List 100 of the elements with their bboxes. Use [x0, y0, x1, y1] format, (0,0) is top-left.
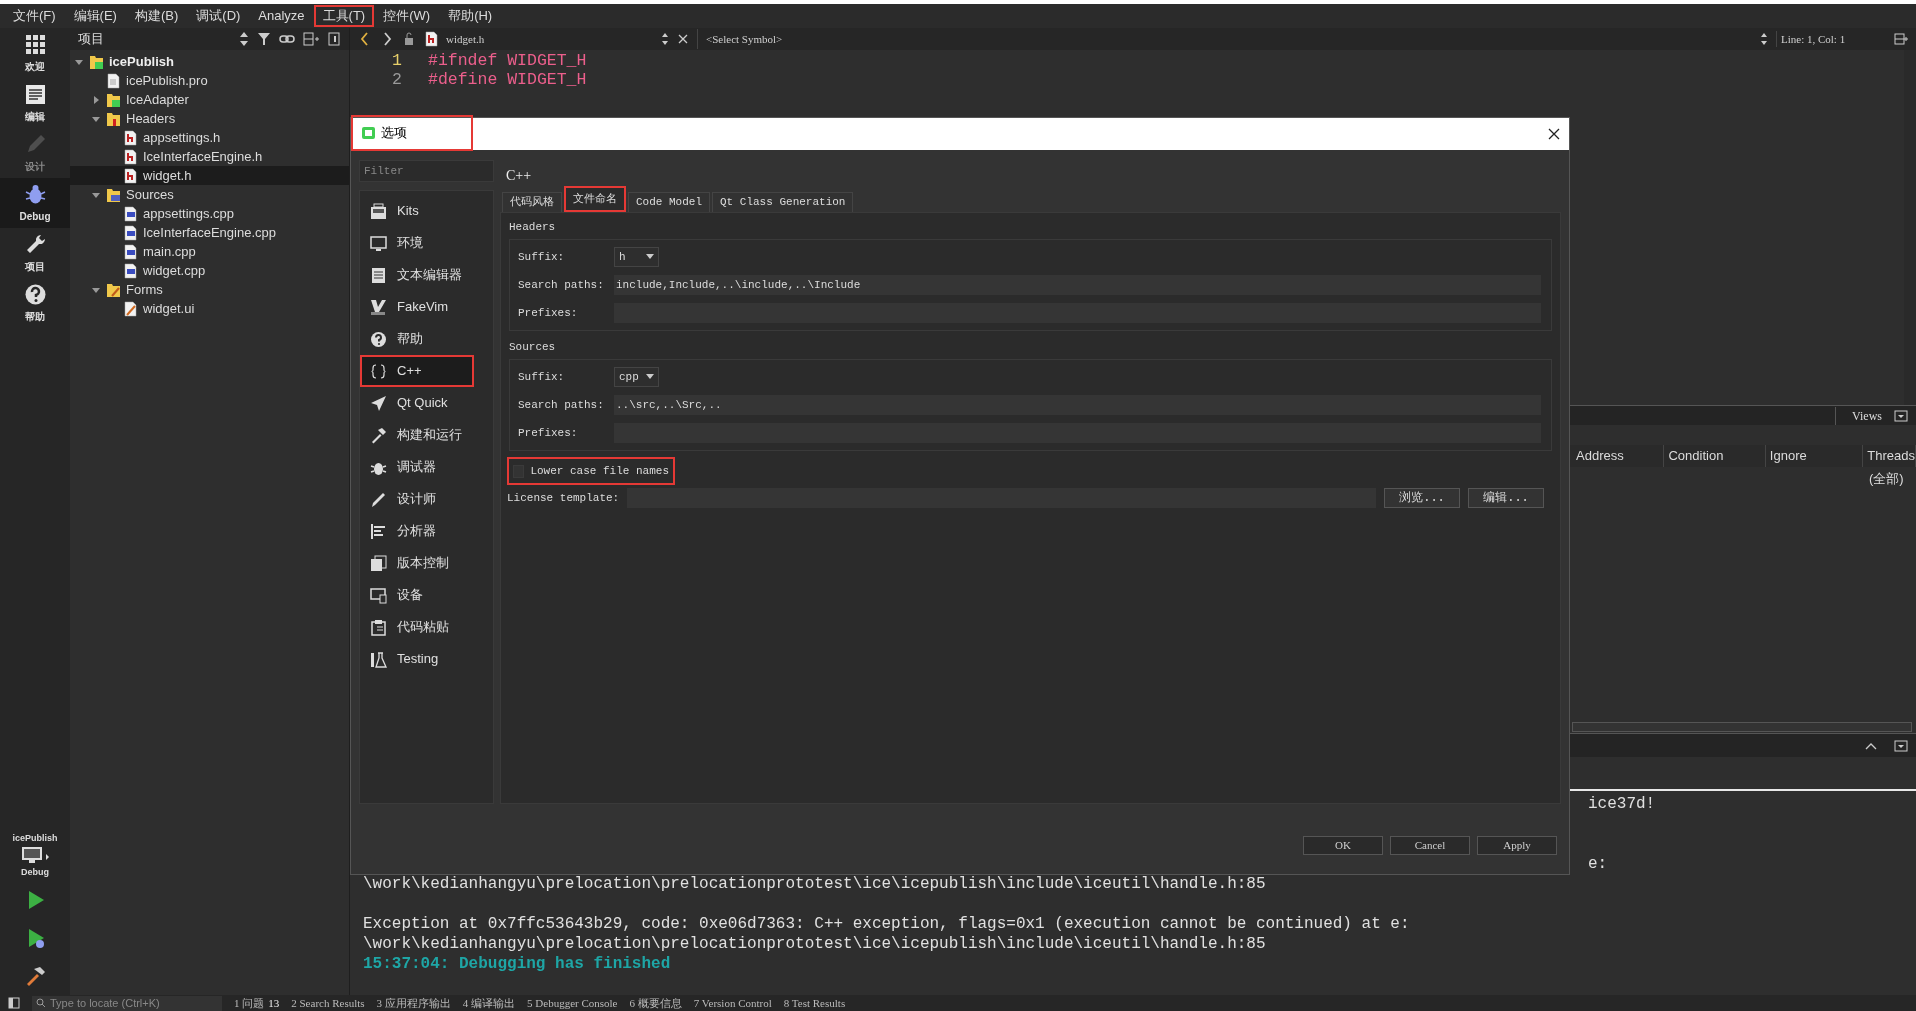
toolbox-icon	[370, 202, 387, 220]
output-pane-button[interactable]: 7 Version Control	[693, 995, 772, 1011]
panel-title: 项目	[78, 30, 105, 49]
tree-item[interactable]: main.cpp	[70, 242, 349, 261]
dialog-button[interactable]: Apply	[1477, 835, 1557, 855]
tree-item[interactable]: widget.h	[70, 166, 349, 185]
mode-button[interactable]: 欢迎	[0, 28, 70, 78]
dialog-title: 选项	[381, 124, 407, 143]
output-pane-button[interactable]: 5 Debugger Console	[527, 995, 618, 1011]
output-pane-button[interactable]: 3 应用程序输出	[376, 995, 451, 1011]
dialog-button[interactable]: OK	[1303, 835, 1383, 855]
category-item[interactable]: Testing	[360, 643, 493, 675]
mode-button[interactable]: 项目	[0, 228, 70, 278]
tree-item[interactable]: IceAdapter	[70, 90, 349, 109]
field-label: Prefixes:	[518, 425, 579, 441]
menu-item[interactable]: 帮助(H)	[439, 5, 502, 27]
screens-icon	[370, 586, 387, 604]
group-title: Headers	[508, 220, 556, 235]
category-item[interactable]: 调试器	[360, 451, 493, 483]
cpp-file-icon	[123, 262, 138, 279]
views-button[interactable]: Views	[1835, 406, 1882, 425]
field-label: License template:	[507, 490, 620, 506]
form-folder-icon	[106, 281, 121, 298]
split-button[interactable]	[1894, 32, 1908, 46]
tree-item[interactable]: widget.ui	[70, 299, 349, 318]
mode-button[interactable]: Debug	[0, 178, 70, 228]
mode-button[interactable]: 编辑	[0, 78, 70, 128]
category-item[interactable]: 代码粘贴	[360, 611, 493, 643]
category-item[interactable]: 分析器	[360, 515, 493, 547]
filter-field[interactable]: Filter	[359, 160, 494, 182]
tree-item[interactable]: widget.cpp	[70, 261, 349, 280]
tab[interactable]: Qt Class Generation	[712, 192, 854, 212]
tree-item[interactable]: appsettings.cpp	[70, 204, 349, 223]
dialog-button[interactable]: 浏览...	[1384, 488, 1460, 508]
category-item[interactable]: 构建和运行	[360, 419, 493, 451]
scrollbar[interactable]	[1572, 722, 1912, 732]
caret-down-icon	[646, 254, 654, 260]
search-icon	[36, 998, 46, 1008]
tree-item[interactable]: IceInterfaceEngine.cpp	[70, 223, 349, 242]
qt-folder-icon	[106, 91, 121, 108]
toolbar-button[interactable]	[257, 31, 271, 47]
mode-button[interactable]: 帮助	[0, 278, 70, 328]
category-item[interactable]: Qt Quick	[360, 387, 493, 419]
pencil-icon	[370, 490, 387, 508]
category-item[interactable]: Kits	[360, 195, 493, 227]
kit-selector[interactable]: Debug	[0, 845, 70, 881]
tree-item[interactable]: icePublish.pro	[70, 71, 349, 90]
panel-toggle-icon[interactable]	[8, 997, 20, 1009]
tree-item[interactable]: IceInterfaceEngine.h	[70, 147, 349, 166]
menu-item[interactable]: 构建(B)	[125, 5, 188, 27]
menu-item[interactable]: Analyze	[249, 5, 314, 27]
locate-field[interactable]: Type to locate (Ctrl+K)	[32, 995, 222, 1011]
tree-item[interactable]: appsettings.h	[70, 128, 349, 147]
dialog-button[interactable]: 编辑...	[1468, 488, 1544, 508]
close-button[interactable]	[1547, 127, 1561, 141]
dock-button[interactable]	[1894, 409, 1908, 422]
search-paths-field[interactable]: include,Include,..\include,..\Include	[614, 275, 1541, 295]
tab[interactable]: 代码风格	[502, 192, 562, 212]
help-icon	[23, 282, 47, 306]
toolbar-button[interactable]	[303, 31, 319, 47]
dock-button[interactable]	[1894, 739, 1908, 752]
category-item[interactable]: 版本控制	[360, 547, 493, 579]
tab[interactable]: 文件命名	[564, 186, 626, 212]
file-selector[interactable]: widget.h	[424, 29, 669, 49]
category-item[interactable]: 帮助	[360, 323, 493, 355]
output-pane-button[interactable]: 1 问题 13	[234, 995, 280, 1011]
toolbar-button[interactable]	[327, 31, 341, 47]
tree-item[interactable]: Sources	[70, 185, 349, 204]
help-icon	[370, 330, 387, 348]
menu-item[interactable]: 调试(D)	[187, 5, 250, 27]
tab[interactable]: Code Model	[628, 192, 710, 212]
tree-item[interactable]: Headers	[70, 109, 349, 128]
output-pane-button[interactable]: 8 Test Results	[783, 995, 846, 1011]
output-pane-button[interactable]: 4 编译输出	[462, 995, 516, 1011]
category-item[interactable]: 环境	[360, 227, 493, 259]
suffix-dropdown[interactable]: cpp	[614, 367, 659, 387]
symbol-selector[interactable]: <Select Symbol>	[697, 29, 1768, 49]
tree-item[interactable]: Forms	[70, 280, 349, 299]
category-item[interactable]: C++	[360, 355, 474, 387]
output-pane-button[interactable]: 2 Search Results	[291, 995, 365, 1011]
toolbar-button[interactable]	[402, 31, 416, 47]
menu-item[interactable]: 编辑(E)	[64, 5, 126, 27]
clipboard-icon	[370, 618, 387, 636]
search-paths-field[interactable]: ..\src,..\Src,..	[614, 395, 1541, 415]
menu-item[interactable]: 控件(W)	[374, 5, 440, 27]
category-item[interactable]: FakeVim	[360, 291, 493, 323]
toolbar-button[interactable]	[239, 31, 249, 47]
output-pane-button[interactable]: 6 概要信息	[629, 995, 682, 1011]
category-item[interactable]: 设备	[360, 579, 493, 611]
category-item[interactable]: 设计师	[360, 483, 493, 515]
qt-logo-icon	[361, 126, 377, 140]
suffix-dropdown[interactable]: h	[614, 247, 659, 267]
menu-item[interactable]: 文件(F)	[4, 5, 65, 27]
tree-item[interactable]: icePublish	[70, 52, 349, 71]
menu-item[interactable]: 工具(T)	[313, 5, 375, 27]
category-item[interactable]: 文本编辑器	[360, 259, 493, 291]
expand-arrow-icon[interactable]	[91, 94, 101, 105]
table-cell-text: (全部)	[1868, 470, 1904, 489]
dialog-button[interactable]: Cancel	[1390, 835, 1470, 855]
dock-icon	[1894, 739, 1908, 752]
